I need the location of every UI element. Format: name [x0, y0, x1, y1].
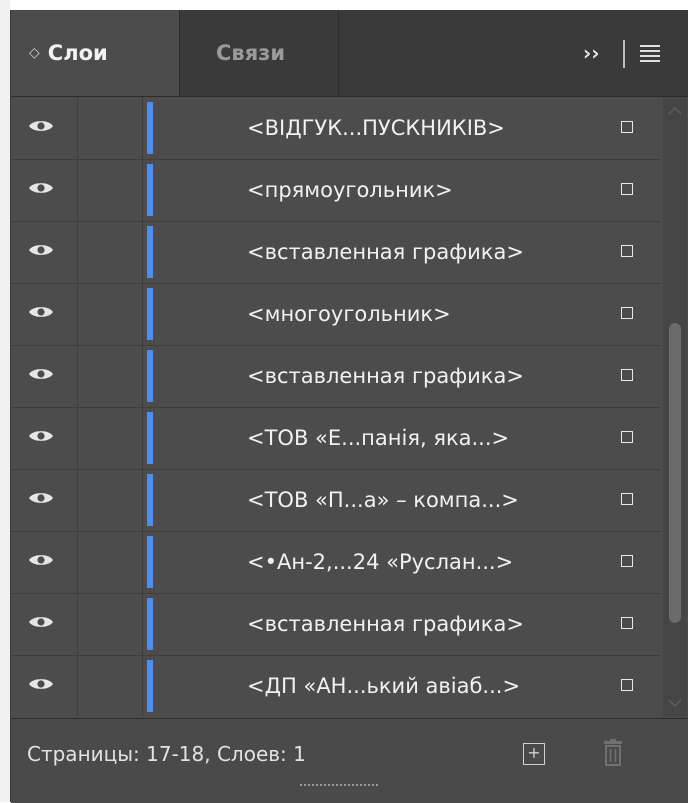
- layer-row[interactable]: <вставленная графика>: [11, 593, 661, 656]
- toolbar-divider: [623, 40, 625, 68]
- lock-toggle[interactable]: [78, 655, 143, 717]
- visibility-toggle[interactable]: [11, 283, 78, 345]
- visibility-toggle[interactable]: [11, 531, 78, 593]
- new-layer-button[interactable]: +: [523, 743, 545, 765]
- scroll-thumb[interactable]: [669, 323, 681, 623]
- layer-color-bar: [147, 474, 153, 526]
- layer-row-label: <вставленная графика>: [247, 364, 524, 388]
- new-layer-icon: +: [527, 743, 541, 762]
- visibility-toggle[interactable]: [11, 655, 78, 717]
- layer-row[interactable]: <•Ан-2,...24 «Руслан...>: [11, 531, 661, 594]
- select-object-checkbox[interactable]: [621, 555, 633, 567]
- layer-row-label: <многоугольник>: [247, 302, 451, 326]
- layer-color-bar: [147, 350, 153, 402]
- layer-row[interactable]: <ВІДГУК...ПУСКНИКІВ>: [11, 97, 661, 160]
- expand-panel-button[interactable]: ››: [583, 36, 599, 70]
- lock-toggle[interactable]: [78, 159, 143, 221]
- eye-icon[interactable]: [28, 490, 54, 506]
- layer-row[interactable]: <вставленная графика>: [11, 221, 661, 284]
- scroll-up-icon[interactable]: [668, 107, 682, 115]
- visibility-toggle[interactable]: [11, 345, 78, 407]
- layer-row[interactable]: <ТОВ «Е...панія, яка...>: [11, 407, 661, 470]
- lock-toggle[interactable]: [78, 283, 143, 345]
- eye-icon[interactable]: [28, 552, 54, 568]
- visibility-toggle[interactable]: [11, 593, 78, 655]
- tab-links-label: Связи: [216, 41, 286, 65]
- layer-color-bar: [147, 164, 153, 216]
- layer-color-bar: [147, 102, 153, 154]
- lock-toggle[interactable]: [78, 469, 143, 531]
- scroll-down-icon[interactable]: [668, 699, 682, 707]
- tab-links[interactable]: Связи: [179, 10, 339, 96]
- select-object-checkbox[interactable]: [621, 431, 633, 443]
- layer-row-label: <•Ан-2,...24 «Руслан...>: [247, 550, 514, 574]
- visibility-toggle[interactable]: [11, 407, 78, 469]
- layers-panel: ◇ Слои Связи ›› <ВІДГУК...ПУСКНИКІВ> <пря…: [10, 10, 688, 803]
- layer-row-label: <ТОВ «П...а» – компа...>: [247, 488, 519, 512]
- layer-row[interactable]: <прямоугольник>: [11, 159, 661, 222]
- eye-icon[interactable]: [28, 366, 54, 382]
- hamburger-menu-icon: [640, 44, 660, 47]
- tab-layers[interactable]: ◇ Слои: [11, 10, 179, 96]
- eye-icon[interactable]: [28, 180, 54, 196]
- eye-icon[interactable]: [28, 614, 54, 630]
- layer-row[interactable]: <вставленная графика>: [11, 345, 661, 408]
- select-object-checkbox[interactable]: [621, 493, 633, 505]
- panel-footer: Страницы: 17-18, Слоев: 1 +: [11, 718, 688, 803]
- eye-icon[interactable]: [28, 118, 54, 134]
- visibility-toggle[interactable]: [11, 159, 78, 221]
- select-object-checkbox[interactable]: [621, 121, 633, 133]
- layer-row-label: <ВІДГУК...ПУСКНИКІВ>: [247, 116, 505, 140]
- layer-row-label: <ТОВ «Е...панія, яка...>: [247, 426, 510, 450]
- tab-layers-label: Слои: [47, 41, 108, 65]
- layer-color-bar: [147, 660, 153, 712]
- lock-toggle[interactable]: [78, 345, 143, 407]
- eye-icon[interactable]: [28, 304, 54, 320]
- layer-color-bar: [147, 598, 153, 650]
- trash-icon[interactable]: [601, 739, 625, 767]
- select-object-checkbox[interactable]: [621, 679, 633, 691]
- resize-grip-icon[interactable]: [300, 782, 380, 788]
- tab-updown-icon: ◇: [29, 45, 40, 61]
- layer-row[interactable]: <ТОВ «П...а» – компа...>: [11, 469, 661, 532]
- visibility-toggle[interactable]: [11, 221, 78, 283]
- select-object-checkbox[interactable]: [621, 307, 633, 319]
- layer-row-label: <вставленная графика>: [247, 240, 524, 264]
- layer-color-bar: [147, 412, 153, 464]
- layer-color-bar: [147, 536, 153, 588]
- select-object-checkbox[interactable]: [621, 617, 633, 629]
- scrollbar[interactable]: [663, 97, 687, 717]
- layer-row-label: <ДП «АН...ький авіаб...>: [247, 674, 521, 698]
- visibility-toggle[interactable]: [11, 97, 78, 159]
- lock-toggle[interactable]: [78, 221, 143, 283]
- layer-list: <ВІДГУК...ПУСКНИКІВ> <прямоугольник> <вста…: [11, 97, 661, 717]
- panel-tab-bar: ◇ Слои Связи ››: [11, 10, 688, 97]
- lock-toggle[interactable]: [78, 593, 143, 655]
- double-chevron-icon: ››: [583, 41, 600, 65]
- eye-icon[interactable]: [28, 428, 54, 444]
- layer-color-bar: [147, 288, 153, 340]
- layer-row-label: <прямоугольник>: [247, 178, 453, 202]
- layer-row-label: <вставленная графика>: [247, 612, 524, 636]
- visibility-toggle[interactable]: [11, 469, 78, 531]
- lock-toggle[interactable]: [78, 531, 143, 593]
- eye-icon[interactable]: [28, 676, 54, 692]
- select-object-checkbox[interactable]: [621, 183, 633, 195]
- layer-row[interactable]: <многоугольник>: [11, 283, 661, 346]
- status-text: Страницы: 17-18, Слоев: 1: [27, 742, 306, 766]
- select-object-checkbox[interactable]: [621, 245, 633, 257]
- layer-color-bar: [147, 226, 153, 278]
- eye-icon[interactable]: [28, 242, 54, 258]
- document-edge: [0, 0, 10, 802]
- layer-row[interactable]: <ДП «АН...ький авіаб...>: [11, 655, 661, 717]
- select-object-checkbox[interactable]: [621, 369, 633, 381]
- panel-menu-button[interactable]: [639, 36, 661, 70]
- lock-toggle[interactable]: [78, 97, 143, 159]
- lock-toggle[interactable]: [78, 407, 143, 469]
